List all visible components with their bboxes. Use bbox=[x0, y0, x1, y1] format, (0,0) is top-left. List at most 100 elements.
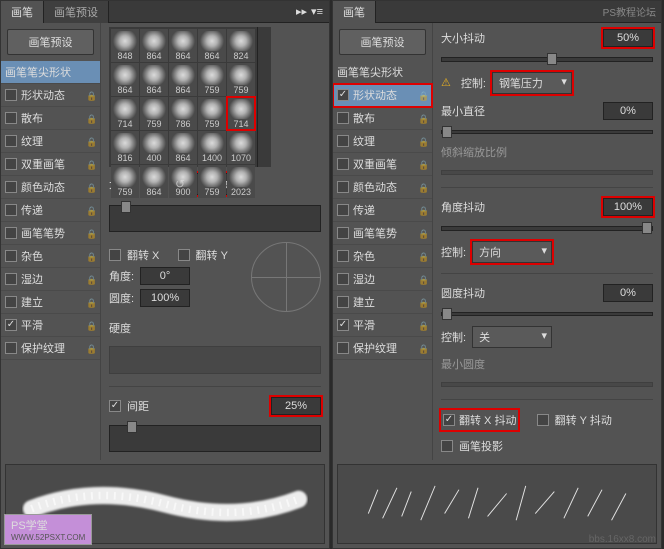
spacing-value[interactable]: 25% bbox=[271, 397, 321, 415]
lock-icon bbox=[86, 228, 96, 238]
brush-thumbnail[interactable]: 714 bbox=[111, 97, 139, 130]
min-roundness-slider bbox=[441, 382, 653, 387]
brush-thumbnail[interactable]: 1070 bbox=[227, 131, 255, 164]
brush-thumbnail[interactable]: 864 bbox=[169, 29, 197, 62]
tab-brush[interactable]: 画笔 bbox=[1, 1, 44, 23]
size-jitter-slider[interactable] bbox=[441, 57, 653, 62]
sidebar-protect-texture[interactable]: 保护纹理 bbox=[333, 337, 432, 360]
brush-thumbnail[interactable]: 864 bbox=[169, 63, 197, 96]
spacing-slider[interactable] bbox=[109, 425, 321, 452]
preset-button[interactable]: 画笔预设 bbox=[339, 29, 426, 55]
sidebar-tip-shape[interactable]: 画笔笔尖形状 bbox=[333, 61, 432, 84]
lock-icon bbox=[86, 90, 96, 100]
tab-presets[interactable]: 画笔预设 bbox=[44, 1, 109, 23]
lock-icon bbox=[418, 343, 428, 353]
roundness-jitter-slider[interactable] bbox=[441, 312, 653, 317]
brush-thumbnail[interactable]: 714 bbox=[227, 97, 255, 130]
lock-icon bbox=[418, 320, 428, 330]
angle-jitter-value[interactable]: 100% bbox=[603, 198, 653, 216]
brush-thumbnail[interactable]: 2023 bbox=[227, 165, 255, 198]
brush-thumbnail[interactable]: 759 bbox=[111, 165, 139, 198]
brush-thumbnail[interactable]: 759 bbox=[198, 165, 226, 198]
brush-thumbnail[interactable]: 759 bbox=[140, 97, 168, 130]
sidebar-dual-brush[interactable]: 双重画笔 bbox=[333, 153, 432, 176]
flip-y-jitter-checkbox[interactable] bbox=[537, 414, 549, 426]
brush-thumbnail[interactable]: 864 bbox=[140, 29, 168, 62]
collapse-icon[interactable]: ▸▸ bbox=[296, 5, 307, 18]
sidebar-noise[interactable]: 杂色 bbox=[333, 245, 432, 268]
sidebar-protect-texture[interactable]: 保护纹理 bbox=[1, 337, 100, 360]
sidebar-tip-shape[interactable]: 画笔笔尖形状 bbox=[1, 61, 100, 84]
brush-thumbnail[interactable]: 864 bbox=[140, 63, 168, 96]
sidebar-shape-dynamics[interactable]: 形状动态 bbox=[1, 84, 100, 107]
angle-jitter-slider[interactable] bbox=[441, 226, 653, 231]
sidebar-wet-edges[interactable]: 湿边 bbox=[1, 268, 100, 291]
min-diameter-slider[interactable] bbox=[441, 130, 653, 135]
brush-thumbnail[interactable]: 864 bbox=[111, 63, 139, 96]
sidebar-buildup[interactable]: 建立 bbox=[1, 291, 100, 314]
sidebar-transfer[interactable]: 传递 bbox=[1, 199, 100, 222]
lock-icon bbox=[86, 182, 96, 192]
size-slider[interactable] bbox=[109, 205, 321, 232]
size-jitter-value[interactable]: 50% bbox=[603, 29, 653, 47]
reset-icon[interactable] bbox=[175, 177, 189, 191]
brush-thumbnail[interactable]: 864 bbox=[169, 131, 197, 164]
sidebar-dual-brush[interactable]: 双重画笔 bbox=[1, 153, 100, 176]
tab-brush[interactable]: 画笔 bbox=[333, 1, 376, 23]
flip-y-checkbox[interactable] bbox=[178, 249, 190, 261]
brush-thumbnail[interactable]: 824 bbox=[227, 29, 255, 62]
brush-preview bbox=[337, 464, 657, 544]
brush-thumbnail[interactable]: 864 bbox=[198, 29, 226, 62]
lock-icon bbox=[86, 320, 96, 330]
flip-x-checkbox[interactable] bbox=[109, 249, 121, 261]
sidebar-brush-pose[interactable]: 画笔笔势 bbox=[333, 222, 432, 245]
grid-scrollbar[interactable] bbox=[257, 27, 271, 167]
sidebar-color-dynamics[interactable]: 颜色动态 bbox=[1, 176, 100, 199]
brush-panel-left: 画笔 画笔预设 ▸▸ ▾≡ 画笔预设 画笔笔尖形状 形状动态 散布 纹理 双重画… bbox=[0, 0, 330, 549]
sidebar-smoothing[interactable]: 平滑 bbox=[333, 314, 432, 337]
brush-thumbnail-grid[interactable]: 8488648648648248648648647597597147597867… bbox=[109, 27, 257, 167]
roundness-control-dropdown[interactable]: 关 bbox=[472, 326, 552, 348]
sidebar-color-dynamics[interactable]: 颜色动态 bbox=[333, 176, 432, 199]
angle-value[interactable]: 0° bbox=[140, 267, 190, 285]
sidebar-shape-dynamics[interactable]: 形状动态 bbox=[333, 84, 432, 107]
brush-projection-checkbox[interactable] bbox=[441, 440, 453, 452]
brush-thumbnail[interactable]: 786 bbox=[169, 97, 197, 130]
brush-thumbnail[interactable]: 759 bbox=[198, 97, 226, 130]
angle-control-dropdown[interactable]: 方向 bbox=[472, 241, 552, 263]
min-diameter-value[interactable]: 0% bbox=[603, 102, 653, 120]
sidebar-buildup[interactable]: 建立 bbox=[333, 291, 432, 314]
brush-thumbnail[interactable]: 759 bbox=[198, 63, 226, 96]
sidebar-noise[interactable]: 杂色 bbox=[1, 245, 100, 268]
lock-icon bbox=[418, 297, 428, 307]
brush-thumbnail[interactable]: 848 bbox=[111, 29, 139, 62]
sidebar-brush-pose[interactable]: 画笔笔势 bbox=[1, 222, 100, 245]
sidebar-texture[interactable]: 纹理 bbox=[333, 130, 432, 153]
sidebar-scattering[interactable]: 散布 bbox=[1, 107, 100, 130]
roundness-jitter-value[interactable]: 0% bbox=[603, 284, 653, 302]
sidebar-texture[interactable]: 纹理 bbox=[1, 130, 100, 153]
hardness-slider[interactable] bbox=[109, 346, 321, 373]
brush-thumbnail[interactable]: 1400 bbox=[198, 131, 226, 164]
roundness-value[interactable]: 100% bbox=[140, 289, 190, 307]
lock-icon bbox=[86, 343, 96, 353]
brush-thumbnail[interactable]: 864 bbox=[140, 165, 168, 198]
brush-thumbnail[interactable]: 400 bbox=[140, 131, 168, 164]
sidebar-smoothing[interactable]: 平滑 bbox=[1, 314, 100, 337]
lock-icon bbox=[418, 159, 428, 169]
brush-thumbnail[interactable]: 759 bbox=[227, 63, 255, 96]
menu-icon[interactable]: ▾≡ bbox=[311, 5, 323, 18]
brush-thumbnail[interactable]: 816 bbox=[111, 131, 139, 164]
brush-panel-right: 画笔 画笔预设 画笔笔尖形状 形状动态 散布 纹理 双重画笔 颜色动态 传递 画… bbox=[332, 0, 662, 549]
sidebar-wet-edges[interactable]: 湿边 bbox=[333, 268, 432, 291]
sidebar-transfer[interactable]: 传递 bbox=[333, 199, 432, 222]
lock-icon bbox=[418, 251, 428, 261]
lock-icon bbox=[418, 228, 428, 238]
spacing-checkbox[interactable] bbox=[109, 400, 121, 412]
size-control-dropdown[interactable]: 钢笔压力 bbox=[492, 72, 572, 94]
preset-button[interactable]: 画笔预设 bbox=[7, 29, 94, 55]
lock-icon bbox=[418, 136, 428, 146]
flip-x-jitter-checkbox[interactable] bbox=[443, 414, 455, 426]
angle-roundness-widget[interactable] bbox=[251, 242, 321, 312]
sidebar-scattering[interactable]: 散布 bbox=[333, 107, 432, 130]
